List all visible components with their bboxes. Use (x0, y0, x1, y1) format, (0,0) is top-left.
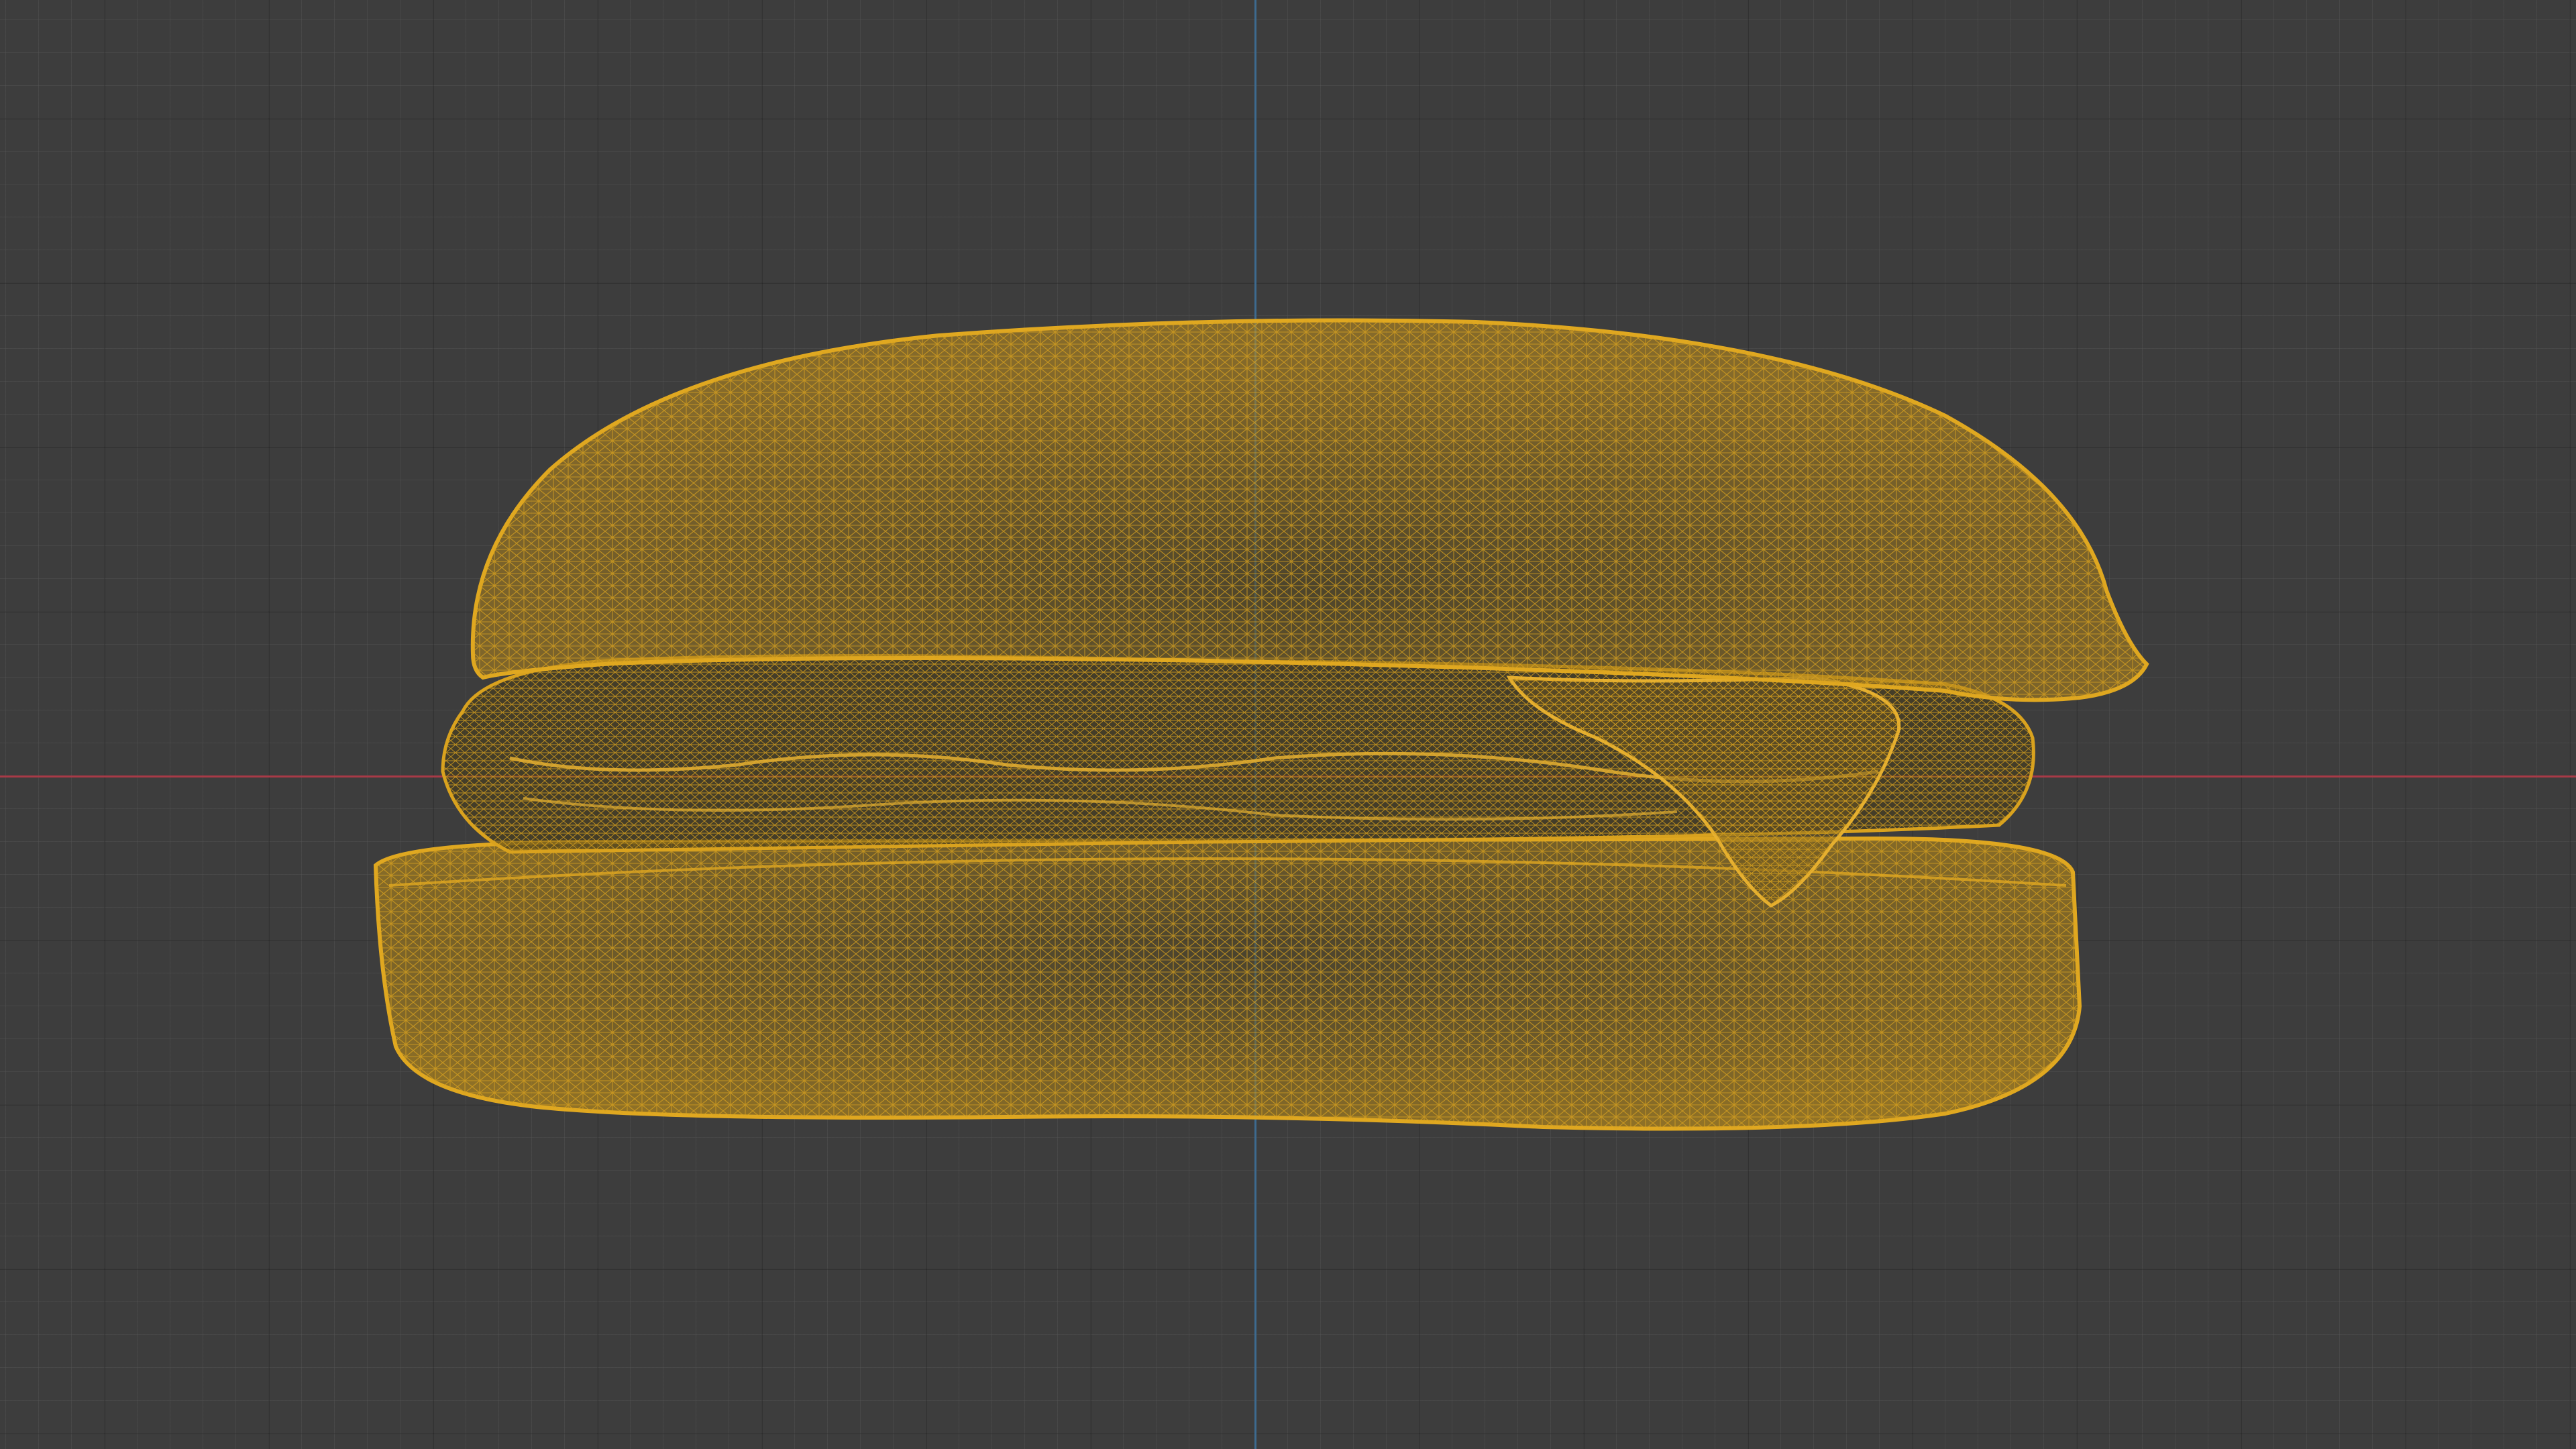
wireframe-mesh[interactable] (0, 0, 2576, 1449)
top-bun (470, 318, 2149, 702)
bottom-bun (373, 836, 2082, 1131)
3d-viewport[interactable] (0, 0, 2576, 1449)
